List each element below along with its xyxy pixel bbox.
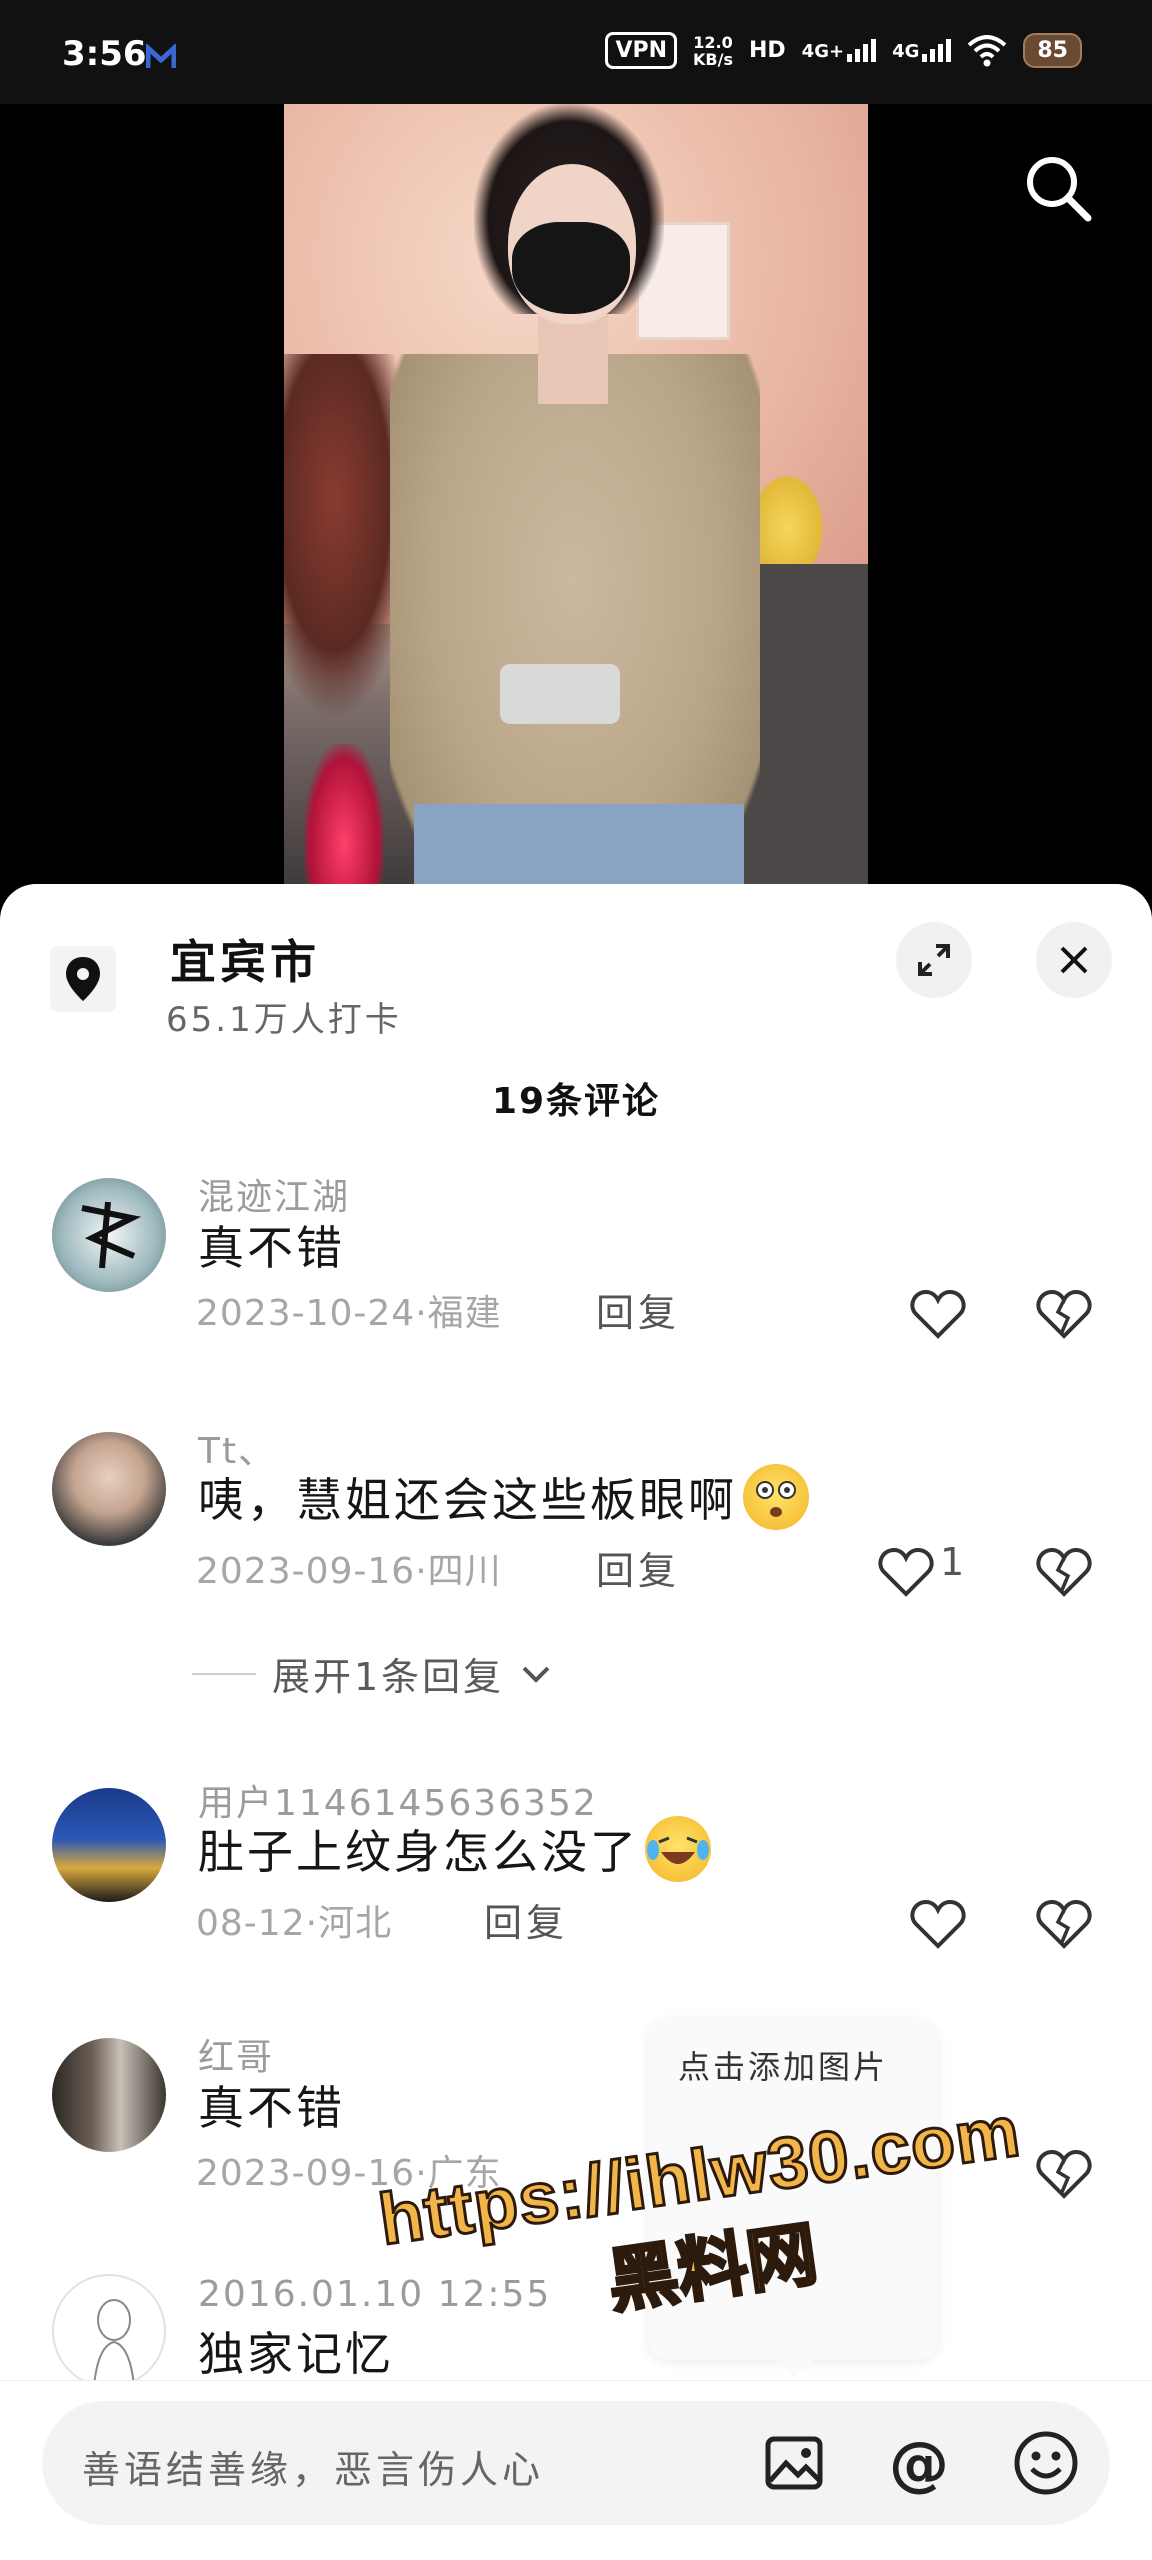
watermark: https://ihlw30.com 黑料网	[328, 2084, 1093, 2415]
close-icon	[1060, 946, 1088, 974]
broken-heart-icon[interactable]	[1036, 1898, 1092, 1950]
comment-text-content: 真不错	[198, 1221, 345, 1275]
comment-date: 08-12	[196, 1903, 306, 1944]
meta-separator: ·	[415, 1293, 428, 1334]
hd-label: HD	[748, 38, 786, 63]
comment-text: 咦，慧姐还会这些板眼啊	[198, 1464, 809, 1530]
video-plush-toy	[750, 474, 824, 564]
expand-replies-button[interactable]: 展开1条回复	[192, 1646, 552, 1701]
broken-heart-icon[interactable]	[1036, 1546, 1092, 1598]
comments-panel: 宜宾市 65.1万人打卡 19条评论 混迹江湖 真不错 2023-10-24·福…	[0, 884, 1152, 2560]
comment-meta: 08-12·河北	[196, 1894, 392, 1946]
avatar[interactable]	[52, 1788, 166, 1902]
signal-4gplus-icon: 4G+	[801, 39, 877, 62]
comment-meta: 2023-10-24·福建	[196, 1284, 502, 1336]
video-person-neck	[538, 314, 608, 404]
app-root: 3:56 VPN 12.0 KB/s HD 4G+ 4G 85 宜宾市 65.1…	[0, 0, 1152, 2560]
signal-4g-icon: 4G	[892, 39, 952, 62]
comment-region: 福建	[427, 1293, 502, 1334]
expand-icon	[918, 944, 950, 976]
comment-region: 河北	[318, 1903, 393, 1944]
meta-separator: ·	[415, 1551, 428, 1592]
net2-label: 4G	[892, 41, 920, 62]
image-icon[interactable]	[762, 2431, 826, 2495]
flushed-emoji-icon	[743, 1464, 809, 1530]
comment-text-content: 真不错	[198, 2081, 345, 2135]
comment-text-content: 肚子上纹身怎么没了	[198, 1825, 639, 1879]
video-person-mask	[512, 222, 630, 314]
battery-indicator: 85	[1023, 33, 1082, 68]
video-light	[304, 744, 384, 904]
video-player[interactable]	[284, 104, 868, 904]
comment-input[interactable]: 善语结善缘，恶言伤人心 @	[42, 2401, 1110, 2525]
comment-input-bar: 善语结善缘，恶言伤人心 @	[0, 2380, 1152, 2560]
expand-button[interactable]	[896, 922, 972, 998]
network-speed: 12.0 KB/s	[693, 34, 733, 68]
broken-heart-icon[interactable]	[1036, 1288, 1092, 1340]
tooltip-text: 点击添加图片	[678, 2048, 889, 2086]
comment-date: 2023-10-24	[196, 1293, 416, 1334]
close-button[interactable]	[1036, 922, 1112, 998]
avatar[interactable]	[52, 1178, 166, 1292]
status-time: 3:56	[62, 34, 147, 74]
location-checkins: 65.1万人打卡	[166, 1000, 402, 1040]
comment-input-placeholder: 善语结善缘，恶言伤人心	[82, 2448, 545, 2492]
chevron-down-icon	[522, 1666, 550, 1683]
comment-text-content: 咦，慧姐还会这些板眼啊	[198, 1473, 737, 1527]
m-app-icon	[146, 44, 176, 68]
wifi-icon	[968, 34, 1007, 66]
divider-line	[192, 1672, 256, 1675]
like-count: 1	[940, 1540, 965, 1584]
comment-count-title: 19条评论	[491, 1081, 661, 1122]
video-camera-prop	[500, 664, 620, 724]
location-name[interactable]: 宜宾市	[170, 926, 320, 992]
heart-icon[interactable]	[910, 1288, 966, 1340]
expand-replies-label: 展开1条回复	[272, 1655, 505, 1699]
search-icon[interactable]	[1020, 150, 1096, 226]
comment-date: 2023-09-16	[196, 1551, 416, 1592]
comment-region: 四川	[427, 1551, 502, 1592]
vpn-badge: VPN	[605, 32, 678, 69]
mention-icon[interactable]: @	[884, 2429, 954, 2499]
heart-icon[interactable]	[910, 1898, 966, 1950]
status-indicators: VPN 12.0 KB/s HD 4G+ 4G 85	[605, 32, 1082, 69]
meta-separator: ·	[305, 1903, 319, 1944]
location-pin-icon[interactable]	[50, 946, 116, 1012]
net1-label: 4G+	[801, 41, 845, 62]
avatar[interactable]	[52, 2038, 166, 2152]
network-speed-unit: KB/s	[693, 49, 733, 69]
reply-button[interactable]: 回复	[596, 1282, 680, 1337]
avatar[interactable]	[52, 2274, 166, 2388]
reply-button[interactable]: 回复	[484, 1892, 568, 1947]
tooltip-arrow	[774, 2358, 814, 2378]
comment-text: 肚子上纹身怎么没了	[198, 1816, 711, 1882]
heart-icon[interactable]	[878, 1546, 934, 1598]
comment-text: 真不错	[198, 1212, 345, 1278]
hd-voice-icon: HD	[749, 38, 786, 63]
status-bar: 3:56 VPN 12.0 KB/s HD 4G+ 4G 85	[0, 0, 1152, 104]
comment-text: 真不错	[198, 2072, 345, 2138]
emoji-icon[interactable]	[1012, 2429, 1080, 2497]
reply-button[interactable]: 回复	[596, 1540, 680, 1595]
comment-meta: 2023-09-16·四川	[196, 1542, 502, 1594]
laughing-tears-emoji-icon	[645, 1816, 711, 1882]
avatar[interactable]	[52, 1432, 166, 1546]
